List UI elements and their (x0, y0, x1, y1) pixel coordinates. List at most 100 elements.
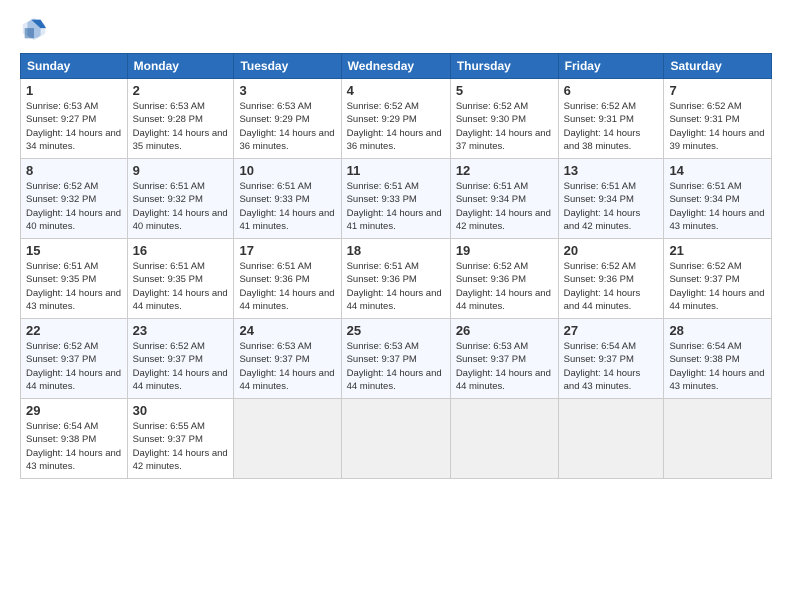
day-number: 28 (669, 323, 766, 338)
day-detail: Sunrise: 6:51 AMSunset: 9:32 PMDaylight:… (133, 181, 228, 232)
weekday-header-wednesday: Wednesday (341, 54, 450, 79)
day-detail: Sunrise: 6:51 AMSunset: 9:36 PMDaylight:… (239, 261, 334, 312)
day-detail: Sunrise: 6:53 AMSunset: 9:37 PMDaylight:… (347, 341, 442, 392)
day-detail: Sunrise: 6:54 AMSunset: 9:38 PMDaylight:… (669, 341, 764, 392)
day-detail: Sunrise: 6:52 AMSunset: 9:30 PMDaylight:… (456, 101, 551, 152)
day-number: 27 (564, 323, 659, 338)
calendar-cell: 11 Sunrise: 6:51 AMSunset: 9:33 PMDaylig… (341, 159, 450, 239)
calendar-cell (450, 399, 558, 479)
calendar-cell: 7 Sunrise: 6:52 AMSunset: 9:31 PMDayligh… (664, 79, 772, 159)
day-detail: Sunrise: 6:51 AMSunset: 9:33 PMDaylight:… (347, 181, 442, 232)
day-number: 30 (133, 403, 229, 418)
calendar-cell: 19 Sunrise: 6:52 AMSunset: 9:36 PMDaylig… (450, 239, 558, 319)
day-number: 29 (26, 403, 122, 418)
calendar-cell: 25 Sunrise: 6:53 AMSunset: 9:37 PMDaylig… (341, 319, 450, 399)
day-number: 4 (347, 83, 445, 98)
day-detail: Sunrise: 6:53 AMSunset: 9:27 PMDaylight:… (26, 101, 121, 152)
calendar-cell: 2 Sunrise: 6:53 AMSunset: 9:28 PMDayligh… (127, 79, 234, 159)
page: SundayMondayTuesdayWednesdayThursdayFrid… (0, 0, 792, 612)
weekday-header-thursday: Thursday (450, 54, 558, 79)
calendar-week-row: 15 Sunrise: 6:51 AMSunset: 9:35 PMDaylig… (21, 239, 772, 319)
calendar-cell (558, 399, 664, 479)
day-detail: Sunrise: 6:53 AMSunset: 9:28 PMDaylight:… (133, 101, 228, 152)
calendar-cell: 4 Sunrise: 6:52 AMSunset: 9:29 PMDayligh… (341, 79, 450, 159)
calendar-cell: 24 Sunrise: 6:53 AMSunset: 9:37 PMDaylig… (234, 319, 341, 399)
calendar-cell: 20 Sunrise: 6:52 AMSunset: 9:36 PMDaylig… (558, 239, 664, 319)
calendar-cell: 1 Sunrise: 6:53 AMSunset: 9:27 PMDayligh… (21, 79, 128, 159)
day-number: 9 (133, 163, 229, 178)
day-detail: Sunrise: 6:52 AMSunset: 9:31 PMDaylight:… (669, 101, 764, 152)
calendar-table: SundayMondayTuesdayWednesdayThursdayFrid… (20, 53, 772, 479)
day-detail: Sunrise: 6:51 AMSunset: 9:34 PMDaylight:… (669, 181, 764, 232)
calendar-cell: 12 Sunrise: 6:51 AMSunset: 9:34 PMDaylig… (450, 159, 558, 239)
calendar-cell: 9 Sunrise: 6:51 AMSunset: 9:32 PMDayligh… (127, 159, 234, 239)
calendar-cell: 3 Sunrise: 6:53 AMSunset: 9:29 PMDayligh… (234, 79, 341, 159)
weekday-header-sunday: Sunday (21, 54, 128, 79)
day-number: 13 (564, 163, 659, 178)
day-detail: Sunrise: 6:54 AMSunset: 9:37 PMDaylight:… (564, 341, 641, 392)
calendar-cell: 22 Sunrise: 6:52 AMSunset: 9:37 PMDaylig… (21, 319, 128, 399)
day-number: 1 (26, 83, 122, 98)
day-number: 15 (26, 243, 122, 258)
day-number: 7 (669, 83, 766, 98)
day-detail: Sunrise: 6:53 AMSunset: 9:37 PMDaylight:… (456, 341, 551, 392)
weekday-header-row: SundayMondayTuesdayWednesdayThursdayFrid… (21, 54, 772, 79)
calendar-cell: 21 Sunrise: 6:52 AMSunset: 9:37 PMDaylig… (664, 239, 772, 319)
calendar-cell: 23 Sunrise: 6:52 AMSunset: 9:37 PMDaylig… (127, 319, 234, 399)
day-detail: Sunrise: 6:51 AMSunset: 9:36 PMDaylight:… (347, 261, 442, 312)
calendar-cell: 10 Sunrise: 6:51 AMSunset: 9:33 PMDaylig… (234, 159, 341, 239)
calendar-cell: 5 Sunrise: 6:52 AMSunset: 9:30 PMDayligh… (450, 79, 558, 159)
calendar-cell: 15 Sunrise: 6:51 AMSunset: 9:35 PMDaylig… (21, 239, 128, 319)
day-number: 22 (26, 323, 122, 338)
day-number: 25 (347, 323, 445, 338)
day-number: 8 (26, 163, 122, 178)
day-number: 24 (239, 323, 335, 338)
calendar-cell: 13 Sunrise: 6:51 AMSunset: 9:34 PMDaylig… (558, 159, 664, 239)
calendar-cell (664, 399, 772, 479)
day-detail: Sunrise: 6:52 AMSunset: 9:36 PMDaylight:… (456, 261, 551, 312)
day-detail: Sunrise: 6:52 AMSunset: 9:29 PMDaylight:… (347, 101, 442, 152)
calendar-cell: 18 Sunrise: 6:51 AMSunset: 9:36 PMDaylig… (341, 239, 450, 319)
day-detail: Sunrise: 6:51 AMSunset: 9:34 PMDaylight:… (456, 181, 551, 232)
weekday-header-friday: Friday (558, 54, 664, 79)
day-detail: Sunrise: 6:51 AMSunset: 9:33 PMDaylight:… (239, 181, 334, 232)
calendar-week-row: 1 Sunrise: 6:53 AMSunset: 9:27 PMDayligh… (21, 79, 772, 159)
day-number: 14 (669, 163, 766, 178)
day-number: 3 (239, 83, 335, 98)
calendar-cell: 16 Sunrise: 6:51 AMSunset: 9:35 PMDaylig… (127, 239, 234, 319)
day-detail: Sunrise: 6:52 AMSunset: 9:37 PMDaylight:… (133, 341, 228, 392)
calendar-cell: 29 Sunrise: 6:54 AMSunset: 9:38 PMDaylig… (21, 399, 128, 479)
day-number: 17 (239, 243, 335, 258)
calendar-cell (341, 399, 450, 479)
day-detail: Sunrise: 6:53 AMSunset: 9:37 PMDaylight:… (239, 341, 334, 392)
day-detail: Sunrise: 6:51 AMSunset: 9:35 PMDaylight:… (133, 261, 228, 312)
day-detail: Sunrise: 6:55 AMSunset: 9:37 PMDaylight:… (133, 421, 228, 472)
calendar-cell: 30 Sunrise: 6:55 AMSunset: 9:37 PMDaylig… (127, 399, 234, 479)
calendar-cell (234, 399, 341, 479)
day-detail: Sunrise: 6:52 AMSunset: 9:31 PMDaylight:… (564, 101, 641, 152)
day-number: 16 (133, 243, 229, 258)
weekday-header-monday: Monday (127, 54, 234, 79)
calendar-cell: 28 Sunrise: 6:54 AMSunset: 9:38 PMDaylig… (664, 319, 772, 399)
calendar-cell: 17 Sunrise: 6:51 AMSunset: 9:36 PMDaylig… (234, 239, 341, 319)
day-detail: Sunrise: 6:52 AMSunset: 9:37 PMDaylight:… (26, 341, 121, 392)
calendar-week-row: 29 Sunrise: 6:54 AMSunset: 9:38 PMDaylig… (21, 399, 772, 479)
weekday-header-saturday: Saturday (664, 54, 772, 79)
calendar-cell: 8 Sunrise: 6:52 AMSunset: 9:32 PMDayligh… (21, 159, 128, 239)
calendar-week-row: 22 Sunrise: 6:52 AMSunset: 9:37 PMDaylig… (21, 319, 772, 399)
day-number: 12 (456, 163, 553, 178)
day-detail: Sunrise: 6:54 AMSunset: 9:38 PMDaylight:… (26, 421, 121, 472)
day-detail: Sunrise: 6:52 AMSunset: 9:37 PMDaylight:… (669, 261, 764, 312)
day-number: 19 (456, 243, 553, 258)
day-number: 26 (456, 323, 553, 338)
header (20, 15, 772, 43)
day-number: 10 (239, 163, 335, 178)
day-number: 18 (347, 243, 445, 258)
day-number: 6 (564, 83, 659, 98)
day-number: 11 (347, 163, 445, 178)
calendar-week-row: 8 Sunrise: 6:52 AMSunset: 9:32 PMDayligh… (21, 159, 772, 239)
logo-icon (20, 15, 48, 43)
day-number: 20 (564, 243, 659, 258)
day-detail: Sunrise: 6:51 AMSunset: 9:34 PMDaylight:… (564, 181, 641, 232)
day-detail: Sunrise: 6:53 AMSunset: 9:29 PMDaylight:… (239, 101, 334, 152)
